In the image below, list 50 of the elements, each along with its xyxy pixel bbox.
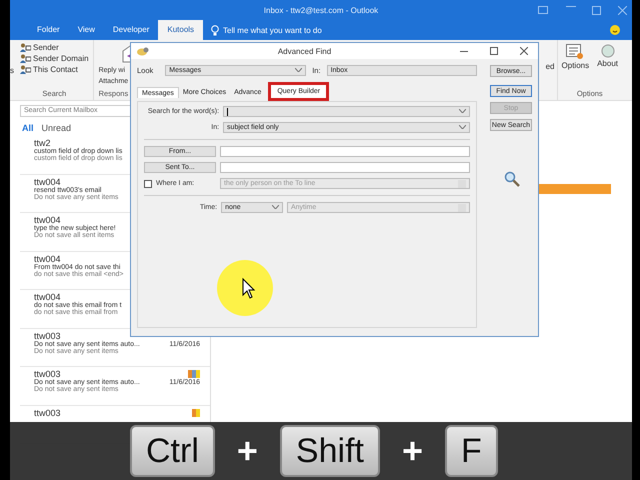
keyboard-key: Shift <box>280 425 380 477</box>
settings-list-icon <box>566 44 584 60</box>
from-field[interactable] <box>220 146 470 157</box>
ribbon-button[interactable]: This Contact <box>20 65 89 74</box>
ribbon-label: ed <box>546 62 555 71</box>
minimize-icon[interactable] <box>460 50 468 52</box>
message-sender[interactable]: ttw003 <box>34 408 61 418</box>
circle-icon <box>600 44 615 58</box>
contact-icon <box>20 43 31 52</box>
maximize-icon[interactable] <box>490 47 498 55</box>
message-sender[interactable]: ttw2 <box>34 138 51 148</box>
chevron-icon <box>459 108 466 115</box>
keyboard-key: Ctrl <box>130 425 215 477</box>
ribbon-label: s <box>10 66 15 74</box>
search-words-field[interactable] <box>223 106 470 117</box>
message-sender[interactable]: ttw004 <box>34 292 61 302</box>
smiley-icon <box>610 25 620 35</box>
sent-to-field[interactable] <box>220 162 470 173</box>
chevron-icon <box>272 204 279 211</box>
chevron-icon <box>459 124 466 131</box>
lightbulb-icon <box>211 24 220 36</box>
close-icon[interactable] <box>520 47 528 55</box>
tell-me-field[interactable]: Tell me what you want to do <box>223 26 322 34</box>
ribbon-button[interactable]: Options <box>562 44 590 70</box>
message-sender[interactable]: ttw003 <box>34 369 61 379</box>
chevron-icon <box>295 67 302 74</box>
message-sender[interactable]: ttw003 <box>34 330 61 340</box>
contact-icon <box>20 65 31 74</box>
dialog-icon <box>137 46 149 56</box>
filter-tab[interactable]: All <box>22 123 34 133</box>
filter-tab[interactable]: Unread <box>42 123 72 133</box>
ribbon-button[interactable]: Sender Domain <box>20 54 89 63</box>
keyboard-key: F <box>445 425 498 477</box>
message-sender[interactable]: ttw004 <box>34 254 61 264</box>
ribbon-tab[interactable]: View <box>68 20 104 40</box>
ribbon-tab[interactable]: Kutools <box>158 20 204 40</box>
window-title: Inbox - ttw2@test.com - Outlook <box>264 6 378 14</box>
message-sender[interactable]: ttw004 <box>34 176 61 186</box>
ribbon-tab[interactable]: Developer <box>104 20 158 40</box>
magnifier-icon <box>504 171 520 187</box>
plus-sign: + <box>402 430 423 472</box>
message-sender[interactable]: ttw004 <box>34 215 61 225</box>
contact-icon <box>20 54 31 63</box>
checkbox[interactable] <box>144 180 152 188</box>
ribbon-tab[interactable]: Folder <box>28 20 69 40</box>
ribbon-button[interactable]: About <box>597 44 618 70</box>
dialog-title: Advanced Find <box>276 46 332 56</box>
restore-icon[interactable] <box>538 6 548 14</box>
ribbon-button[interactable]: Sender <box>20 43 89 52</box>
plus-sign: + <box>236 430 258 472</box>
